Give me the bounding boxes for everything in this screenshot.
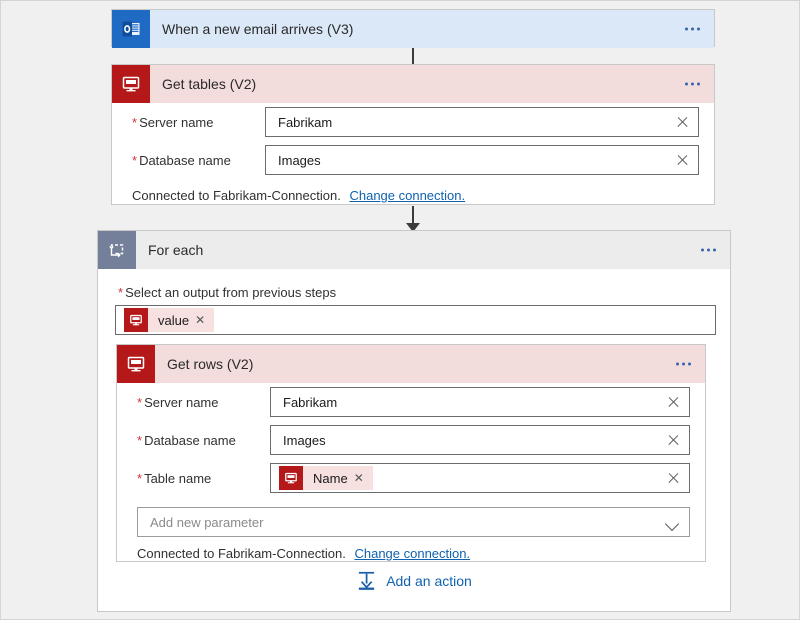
close-icon[interactable]: ✕ bbox=[195, 314, 214, 326]
get-rows-table-name-input[interactable]: Name ✕ bbox=[270, 463, 690, 493]
get-rows-server-name-value: Fabrikam bbox=[271, 395, 337, 410]
get-rows-title: Get rows (V2) bbox=[167, 356, 253, 372]
logic-app-designer-canvas: { "theme": { "canvas_bg": "#f0f0f0", "tr… bbox=[0, 0, 800, 620]
get-rows-table-name-row: *Table name bbox=[117, 459, 705, 497]
close-icon[interactable] bbox=[676, 154, 689, 167]
required-asterisk: * bbox=[137, 395, 142, 410]
sql-server-icon bbox=[117, 345, 155, 383]
get-rows-server-name-label: *Server name bbox=[137, 395, 270, 410]
get-rows-body: *Server name Fabrikam *Database name Ima… bbox=[117, 383, 705, 573]
for-each-value-token[interactable]: value ✕ bbox=[124, 308, 214, 332]
get-rows-add-new-parameter-dropdown[interactable]: Add new parameter bbox=[137, 507, 690, 537]
get-rows-change-connection-link[interactable]: Change connection. bbox=[354, 546, 470, 561]
for-each-select-output-label: *Select an output from previous steps bbox=[98, 269, 730, 305]
get-rows-table-name-token-label: Name bbox=[303, 471, 354, 486]
loop-icon bbox=[98, 231, 136, 269]
for-each-body: *Select an output from previous steps va… bbox=[98, 269, 730, 335]
close-icon[interactable] bbox=[667, 472, 680, 485]
get-tables-header[interactable]: Get tables (V2) bbox=[112, 65, 714, 103]
trigger-title: When a new email arrives (V3) bbox=[162, 21, 353, 37]
get-rows-connection-text: Connected to Fabrikam-Connection. bbox=[137, 546, 346, 561]
get-rows-server-name-input[interactable]: Fabrikam bbox=[270, 387, 690, 417]
required-asterisk: * bbox=[137, 471, 142, 486]
add-new-parameter-placeholder: Add new parameter bbox=[138, 515, 263, 530]
insert-action-icon bbox=[356, 570, 377, 591]
close-icon[interactable]: ✕ bbox=[354, 472, 373, 484]
for-each-value-token-label: value bbox=[148, 313, 195, 328]
get-tables-database-name-row: *Database name Images bbox=[112, 141, 714, 179]
get-rows-table-name-label: *Table name bbox=[137, 471, 270, 486]
required-asterisk: * bbox=[132, 115, 137, 130]
get-rows-database-name-value: Images bbox=[271, 433, 326, 448]
get-rows-card[interactable]: Get rows (V2) *Server name Fabrikam bbox=[116, 344, 706, 562]
get-rows-header[interactable]: Get rows (V2) bbox=[117, 345, 705, 383]
trigger-card-header[interactable]: When a new email arrives (V3) bbox=[112, 10, 714, 48]
add-an-action-button[interactable]: Add an action bbox=[98, 570, 730, 591]
get-tables-change-connection-link[interactable]: Change connection. bbox=[349, 188, 465, 203]
get-rows-connection-info: Connected to Fabrikam-Connection. Change… bbox=[117, 537, 705, 573]
for-each-card[interactable]: For each *Select an output from previous… bbox=[97, 230, 731, 612]
trigger-menu-button[interactable] bbox=[685, 28, 700, 31]
get-rows-server-name-row: *Server name Fabrikam bbox=[117, 383, 705, 421]
outlook-icon bbox=[112, 10, 150, 48]
get-tables-server-name-label: *Server name bbox=[132, 115, 265, 130]
get-tables-card[interactable]: Get tables (V2) *Server name Fabrikam *D… bbox=[111, 64, 715, 205]
get-tables-database-name-input[interactable]: Images bbox=[265, 145, 699, 175]
get-tables-database-name-value: Images bbox=[266, 153, 321, 168]
close-icon[interactable] bbox=[667, 434, 680, 447]
get-rows-table-name-token[interactable]: Name ✕ bbox=[279, 466, 373, 490]
get-tables-database-name-label: *Database name bbox=[132, 153, 265, 168]
for-each-menu-button[interactable] bbox=[701, 249, 716, 252]
get-tables-menu-button[interactable] bbox=[685, 83, 700, 86]
for-each-header[interactable]: For each bbox=[98, 231, 730, 269]
required-asterisk: * bbox=[118, 285, 123, 300]
for-each-title: For each bbox=[148, 242, 203, 258]
get-tables-server-name-value: Fabrikam bbox=[266, 115, 332, 130]
get-rows-database-name-input[interactable]: Images bbox=[270, 425, 690, 455]
get-tables-body: *Server name Fabrikam *Database name Ima… bbox=[112, 103, 714, 215]
required-asterisk: * bbox=[132, 153, 137, 168]
required-asterisk: * bbox=[137, 433, 142, 448]
get-tables-server-name-row: *Server name Fabrikam bbox=[112, 103, 714, 141]
sql-server-icon bbox=[279, 466, 303, 490]
sql-server-icon bbox=[112, 65, 150, 103]
get-rows-database-name-row: *Database name Images bbox=[117, 421, 705, 459]
get-rows-add-parameter-row: Add new parameter bbox=[117, 497, 705, 537]
close-icon[interactable] bbox=[667, 396, 680, 409]
chevron-down-icon[interactable] bbox=[665, 517, 679, 531]
add-an-action-label: Add an action bbox=[386, 573, 472, 589]
get-rows-database-name-label: *Database name bbox=[137, 433, 270, 448]
get-tables-connection-text: Connected to Fabrikam-Connection. bbox=[132, 188, 341, 203]
sql-server-icon bbox=[124, 308, 148, 332]
get-tables-title: Get tables (V2) bbox=[162, 76, 256, 92]
get-tables-server-name-input[interactable]: Fabrikam bbox=[265, 107, 699, 137]
for-each-select-output-input[interactable]: value ✕ bbox=[115, 305, 716, 335]
close-icon[interactable] bbox=[676, 116, 689, 129]
connector-arrow-get-tables-to-for-each bbox=[401, 206, 425, 232]
get-rows-menu-button[interactable] bbox=[676, 363, 691, 366]
trigger-card[interactable]: When a new email arrives (V3) bbox=[111, 9, 715, 47]
